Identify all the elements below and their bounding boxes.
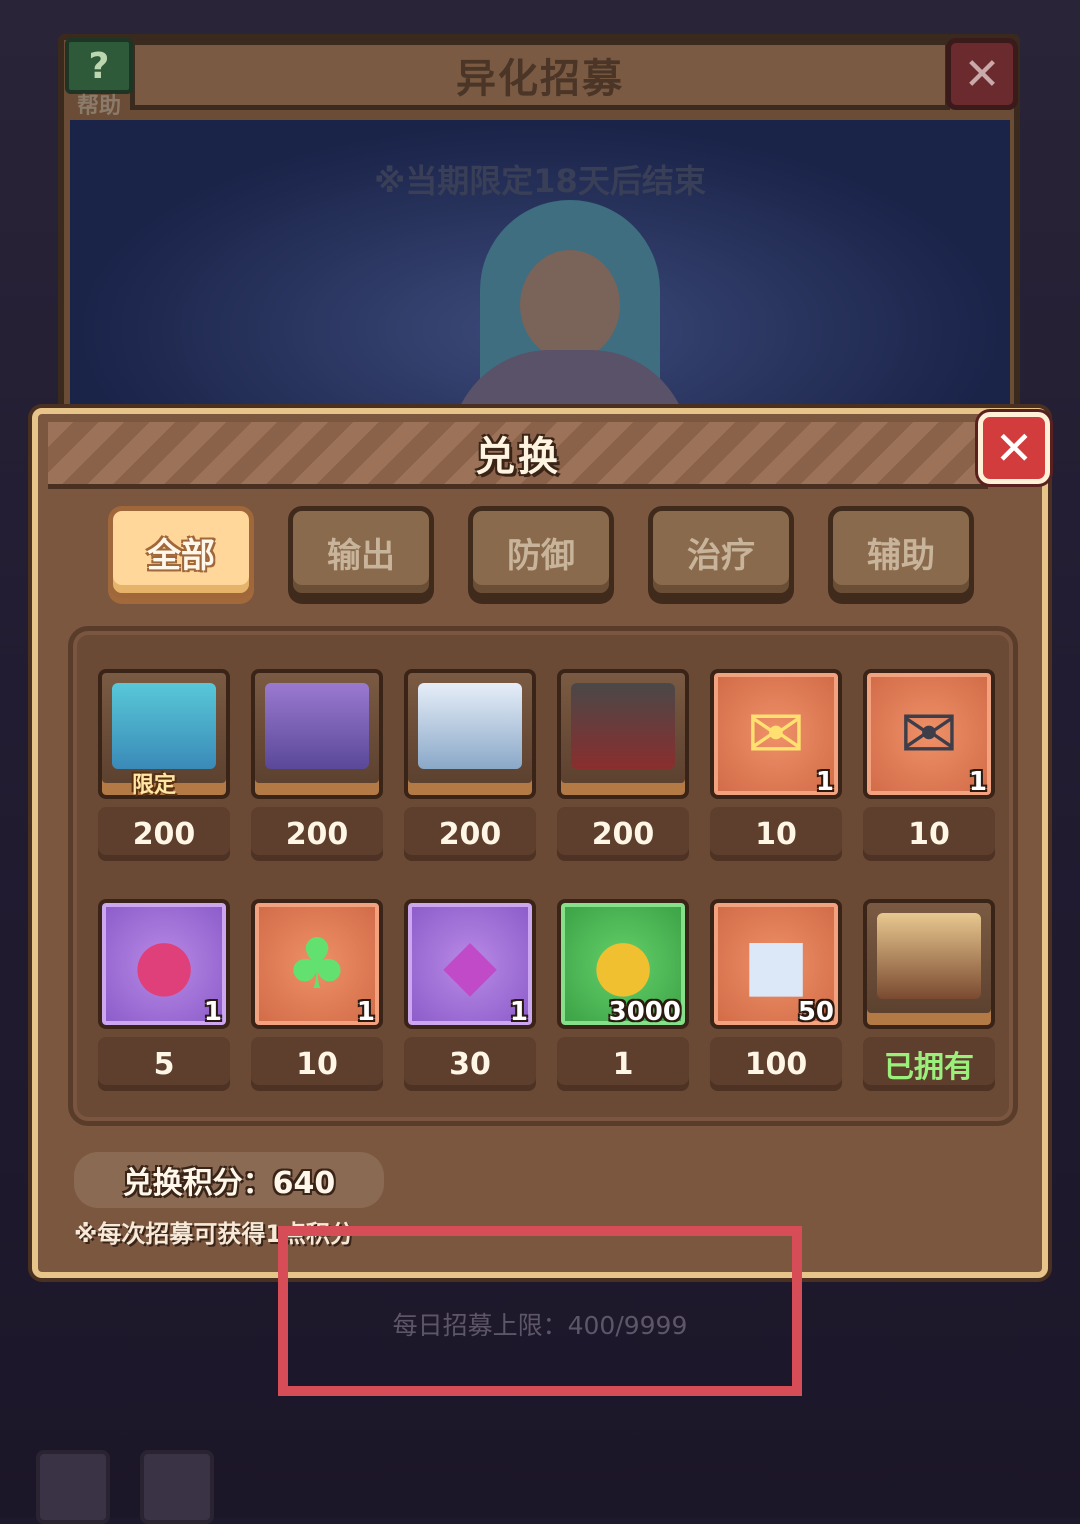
tab-heal[interactable]: 治疗 bbox=[648, 506, 794, 598]
item-price: 10 bbox=[251, 1037, 383, 1091]
hero-banner-art: ※当期限定18天后结束 bbox=[70, 120, 1010, 420]
close-icon: ✕ bbox=[994, 421, 1034, 475]
period-text: ※当期限定18天后结束 bbox=[374, 162, 706, 200]
clover-icon: ♣ 1 bbox=[251, 899, 383, 1029]
item-quantity: 1 bbox=[356, 997, 375, 1027]
exchange-item[interactable]: ● 1 5 bbox=[98, 899, 230, 1095]
envelope-icon: ✉ bbox=[746, 693, 806, 775]
hero-teal-portrait: 限定 bbox=[98, 669, 230, 799]
hero-purple-portrait bbox=[251, 669, 383, 799]
item-quantity: 1 bbox=[509, 997, 528, 1027]
item-price: 100 bbox=[710, 1037, 842, 1091]
help-icon: ? bbox=[65, 38, 133, 94]
item-price: 200 bbox=[251, 807, 383, 861]
hero-face bbox=[520, 250, 620, 360]
dark-letter-icon: ✉ 1 bbox=[863, 669, 995, 799]
item-price: 10 bbox=[710, 807, 842, 861]
item-price: 5 bbox=[98, 1037, 230, 1091]
exchange-item-grid: 限定 200 200 200 200 ✉ 1 10 ✉ 1 10 ● 1 5 ♣… bbox=[68, 626, 1018, 1126]
exchange-title: 兑换 bbox=[475, 434, 561, 480]
exchange-close-button[interactable]: ✕ bbox=[978, 412, 1050, 484]
gold-letter-icon: ✉ 1 bbox=[710, 669, 842, 799]
highlight-annotation-box bbox=[278, 1226, 802, 1396]
exchange-item[interactable]: ■ 50 100 bbox=[710, 899, 842, 1095]
help-button[interactable]: ? 帮助 bbox=[64, 38, 134, 120]
recruit-titlebar: 异化招募 bbox=[130, 40, 950, 110]
exchange-item[interactable]: ✉ 1 10 bbox=[863, 669, 995, 865]
tab-all[interactable]: 全部 bbox=[108, 506, 254, 598]
tab-damage[interactable]: 输出 bbox=[288, 506, 434, 598]
hero-dark-portrait bbox=[557, 669, 689, 799]
item-quantity: 50 bbox=[797, 997, 834, 1027]
clover-glyph-icon: ♣ bbox=[285, 923, 349, 1005]
item-price: 200 bbox=[98, 807, 230, 861]
item-price: 10 bbox=[863, 807, 995, 861]
hero-blonde-portrait bbox=[863, 899, 995, 1029]
item-quantity: 1 bbox=[968, 767, 987, 797]
fruit-glyph-icon: ● bbox=[133, 923, 195, 1005]
bottom-menu-button[interactable] bbox=[140, 1450, 214, 1524]
coin-icon: ● 3000 bbox=[557, 899, 689, 1029]
exchange-item[interactable]: ✉ 1 10 bbox=[710, 669, 842, 865]
hero-white-portrait-image bbox=[418, 683, 522, 769]
category-tabs: 全部 输出 防御 治疗 辅助 bbox=[108, 506, 988, 606]
exchange-points: 兑换积分：640 bbox=[74, 1152, 384, 1208]
recruit-close-button[interactable]: ✕ bbox=[946, 38, 1018, 110]
coin-glyph-icon: ● bbox=[592, 923, 654, 1005]
exchange-item[interactable]: 200 bbox=[404, 669, 536, 865]
exchange-item[interactable]: ♣ 1 10 bbox=[251, 899, 383, 1095]
crystal-icon: ◆ 1 bbox=[404, 899, 536, 1029]
item-price: 1 bbox=[557, 1037, 689, 1091]
help-label: 帮助 bbox=[76, 94, 121, 119]
item-quantity: 1 bbox=[815, 767, 834, 797]
exchange-item[interactable]: 200 bbox=[557, 669, 689, 865]
item-price: 30 bbox=[404, 1037, 536, 1091]
exchange-item[interactable]: ◆ 1 30 bbox=[404, 899, 536, 1095]
exchange-item[interactable]: ● 3000 1 bbox=[557, 899, 689, 1095]
tab-support[interactable]: 辅助 bbox=[828, 506, 974, 598]
hero-blonde-portrait-image bbox=[877, 913, 981, 999]
exchange-item[interactable]: 已拥有 bbox=[863, 899, 995, 1095]
limited-tag: 限定 bbox=[132, 773, 177, 798]
exchange-dialog: 兑换 ✕ 全部 输出 防御 治疗 辅助 限定 200 200 200 200 ✉… bbox=[32, 408, 1050, 1278]
crystal-glyph-icon: ◆ bbox=[443, 923, 497, 1005]
hero-dark-portrait-image bbox=[571, 683, 675, 769]
puzzle-piece-icon: ■ 50 bbox=[710, 899, 842, 1029]
item-price: 200 bbox=[404, 807, 536, 861]
exchange-item[interactable]: 限定 200 bbox=[98, 669, 230, 865]
exchange-header: 兑换 bbox=[48, 422, 988, 489]
fruit-icon: ● 1 bbox=[98, 899, 230, 1029]
puzzle-glyph-icon: ■ bbox=[742, 923, 810, 1005]
item-owned-label: 已拥有 bbox=[863, 1037, 995, 1091]
envelope-icon: ✉ bbox=[899, 693, 959, 775]
hero-white-portrait bbox=[404, 669, 536, 799]
close-icon: ✕ bbox=[963, 48, 1001, 100]
item-quantity: 3000 bbox=[608, 997, 681, 1027]
hero-purple-portrait-image bbox=[265, 683, 369, 769]
tab-defense[interactable]: 防御 bbox=[468, 506, 614, 598]
item-price: 200 bbox=[557, 807, 689, 861]
exchange-item[interactable]: 200 bbox=[251, 669, 383, 865]
hero-teal-portrait-image bbox=[112, 683, 216, 769]
item-quantity: 1 bbox=[203, 997, 222, 1027]
recruit-title: 异化招募 bbox=[456, 56, 624, 102]
bottom-menu-button[interactable] bbox=[36, 1450, 110, 1524]
